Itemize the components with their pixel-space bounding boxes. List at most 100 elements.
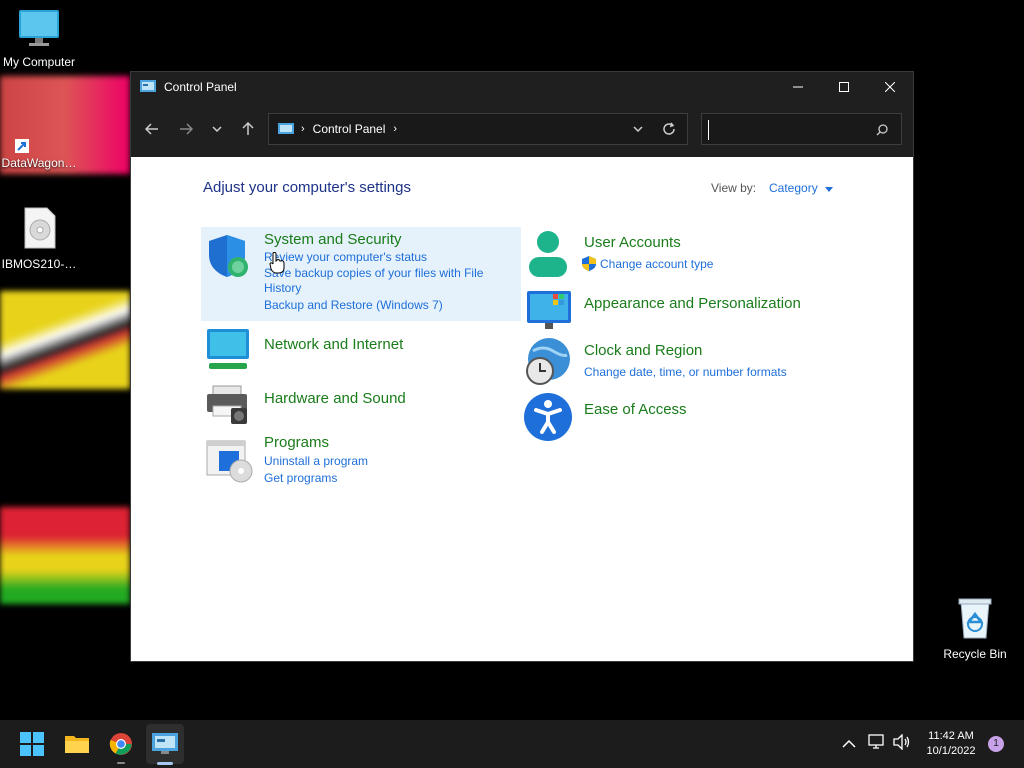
close-icon <box>885 81 895 92</box>
category-network-internet[interactable]: Network and Internet <box>203 327 523 377</box>
notification-count: 1 <box>993 738 999 749</box>
folder-icon <box>65 736 89 753</box>
category-title[interactable]: Network and Internet <box>264 336 403 353</box>
category-title[interactable]: Hardware and Sound <box>264 390 406 407</box>
desktop-icon-label: My Computer <box>2 55 76 69</box>
link-backup-restore[interactable]: Backup and Restore (Windows 7) <box>264 298 443 312</box>
speaker-icon <box>893 733 910 751</box>
recent-locations-button[interactable] <box>205 114 229 144</box>
desktop-icon-label: Recycle Bin <box>943 647 1007 661</box>
clock-globe-icon <box>526 338 570 385</box>
window-title: Control Panel <box>164 79 237 94</box>
file-explorer-button[interactable] <box>61 728 93 760</box>
shield-icon <box>209 235 248 277</box>
chrome-icon <box>109 733 132 755</box>
notification-badge[interactable]: 1 <box>988 736 1004 752</box>
appearance-icon <box>527 291 571 329</box>
start-button[interactable] <box>16 728 48 760</box>
desktop-wallpaper-tile <box>0 291 130 389</box>
maximize-icon <box>839 81 849 92</box>
disc-image-icon <box>24 207 56 249</box>
category-title[interactable]: Appearance and Personalization <box>584 295 801 312</box>
forward-button[interactable] <box>171 114 201 144</box>
link-file-history-cont[interactable]: History <box>264 281 301 295</box>
view-by-dropdown[interactable]: Category <box>769 181 834 195</box>
network-icon <box>207 329 249 369</box>
monitor-icon <box>19 10 59 46</box>
breadcrumb-separator-icon: › <box>393 123 398 135</box>
uac-shield-icon <box>582 256 596 271</box>
desktop-icon-label: DataWagon… <box>1 156 77 170</box>
category-appearance[interactable]: Appearance and Personalization <box>523 287 883 333</box>
category-title[interactable]: Ease of Access <box>584 401 687 418</box>
address-dropdown-button[interactable] <box>625 126 651 132</box>
link-file-history[interactable]: Save backup copies of your files with Fi… <box>264 266 483 280</box>
hand-cursor-icon <box>269 252 285 274</box>
taskbar: 11:42 AM 10/1/2022 1 <box>0 720 1024 768</box>
refresh-button[interactable] <box>651 122 687 136</box>
clock-date: 10/1/2022 <box>926 745 976 757</box>
windows-logo-icon <box>20 732 44 756</box>
category-title[interactable]: System and Security <box>264 231 402 248</box>
desktop-wallpaper-tile <box>0 507 130 604</box>
title-bar: Control Panel <box>131 72 913 101</box>
desktop-icon-datawagon[interactable]: DataWagon… <box>0 136 89 170</box>
network-wired-icon <box>868 734 884 749</box>
search-input[interactable] <box>708 120 873 140</box>
page-heading: Adjust your computer's settings <box>203 179 411 196</box>
desktop-icon-recycle-bin[interactable]: Recycle Bin <box>925 596 1024 661</box>
link-uninstall-program[interactable]: Uninstall a program <box>264 454 368 468</box>
desktop-icon-my-computer[interactable]: My Computer <box>0 8 89 69</box>
category-programs[interactable]: Programs Uninstall a program Get program… <box>203 434 523 497</box>
view-by-label: View by: <box>711 181 757 195</box>
printer-icon <box>207 385 247 424</box>
desktop-icon-ibmos[interactable]: IBMOS210-… <box>0 206 89 271</box>
category-clock-region[interactable]: Clock and Region Change date, time, or n… <box>523 337 883 387</box>
clock-time: 11:42 AM <box>928 730 974 742</box>
category-title[interactable]: Programs <box>264 434 329 451</box>
link-get-programs[interactable]: Get programs <box>264 471 337 485</box>
arrow-up-icon <box>242 122 254 135</box>
clock-button[interactable]: 11:42 AM 10/1/2022 <box>920 729 982 759</box>
refresh-icon <box>663 122 675 135</box>
show-hidden-icons-button[interactable] <box>842 736 856 754</box>
address-bar[interactable]: › Control Panel › <box>268 113 688 145</box>
breadcrumb-control-panel[interactable]: Control Panel <box>313 122 386 136</box>
programs-icon <box>206 440 253 483</box>
maximize-button[interactable] <box>821 72 867 101</box>
category-hardware-sound[interactable]: Hardware and Sound <box>203 382 523 432</box>
caret-down-icon <box>825 187 834 192</box>
desktop-icon-label: IBMOS210-… <box>1 257 77 271</box>
category-system-security[interactable]: System and Security Review your computer… <box>203 231 523 321</box>
close-button[interactable] <box>867 72 913 101</box>
control-panel-icon <box>152 733 178 754</box>
control-panel-taskbar-button[interactable] <box>146 724 184 764</box>
shortcut-icon <box>15 139 29 153</box>
search-box[interactable] <box>701 113 902 145</box>
link-review-status[interactable]: Review your computer's status <box>264 250 427 264</box>
control-panel-icon <box>278 122 294 134</box>
search-icon <box>876 124 888 136</box>
up-button[interactable] <box>233 114 263 144</box>
category-ease-of-access[interactable]: Ease of Access <box>523 392 883 442</box>
arrow-right-icon <box>180 123 193 135</box>
arrow-left-icon <box>145 123 158 135</box>
view-by-value: Category <box>769 181 818 195</box>
chrome-running-indicator <box>117 762 125 764</box>
category-title[interactable]: Clock and Region <box>584 342 702 359</box>
chrome-button[interactable] <box>105 728 137 760</box>
chevron-down-icon <box>212 126 222 132</box>
control-panel-window: Control Panel › Control Panel › Adjust y… <box>130 71 914 662</box>
link-change-account-type[interactable]: Change account type <box>600 257 713 271</box>
control-panel-active-indicator <box>157 762 173 765</box>
chevron-down-icon <box>633 126 643 132</box>
back-button[interactable] <box>137 114 167 144</box>
link-change-date-formats[interactable]: Change date, time, or number formats <box>584 365 787 379</box>
minimize-button[interactable] <box>775 72 821 101</box>
recycle-bin-icon <box>958 598 992 639</box>
category-title[interactable]: User Accounts <box>584 234 681 251</box>
category-user-accounts[interactable]: User Accounts Change account type <box>523 229 883 281</box>
network-tray-button[interactable] <box>868 734 886 755</box>
user-icon <box>529 231 567 277</box>
volume-tray-button[interactable] <box>893 733 911 755</box>
